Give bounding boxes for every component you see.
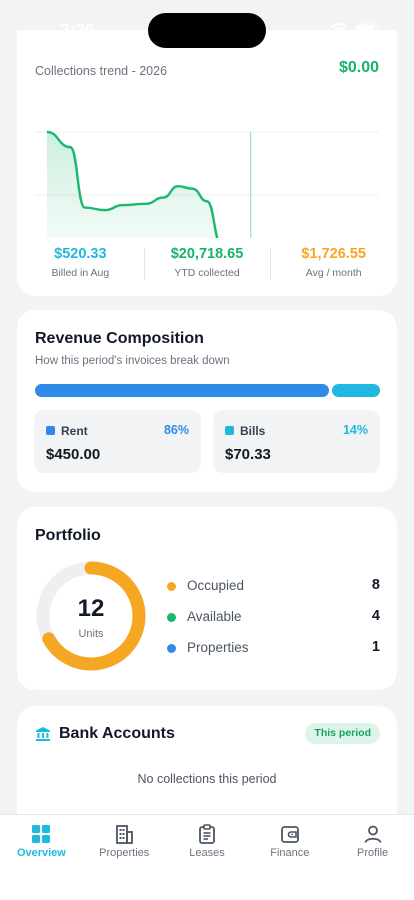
stat-label: Avg / month [305, 267, 362, 279]
legend-count: 8 [371, 577, 380, 593]
bank-accounts-card: Bank Accounts This period No collections… [17, 706, 397, 818]
tab-leases[interactable]: Leases [166, 815, 249, 900]
legend-dot [167, 644, 176, 653]
trend-area [47, 132, 218, 238]
status-bar: 2:26 [0, 0, 414, 58]
legend-available: Available 4 [167, 608, 380, 628]
tab-properties[interactable]: Properties [83, 815, 166, 900]
legend-label: Available [187, 609, 242, 624]
stat-ytd: $20,718.65 YTD collected [143, 244, 271, 284]
dynamic-island [148, 13, 266, 48]
tab-finance[interactable]: Finance [248, 815, 331, 900]
legend-label: Properties [187, 640, 249, 655]
legend-label: Occupied [187, 578, 245, 593]
tab-overview[interactable]: Overview [0, 815, 83, 900]
units-label: Units [78, 628, 104, 640]
legend-dot [167, 613, 176, 622]
status-time: 2:26 [60, 20, 95, 39]
wallet-icon [280, 826, 299, 843]
user-icon [364, 825, 381, 843]
composition-item-percent: 86% [163, 423, 189, 437]
legend-dot [167, 582, 176, 591]
stat-value: $1,726.55 [301, 246, 366, 262]
trend-stats-row: $520.33 Billed in Aug $20,718.65 YTD col… [17, 244, 397, 284]
composition-item-rent[interactable]: Rent 86% $450.00 [34, 410, 201, 473]
bottom-tab-bar: Overview Properties Leases Finance Profi… [0, 814, 414, 900]
tab-label: Properties [99, 847, 150, 859]
composition-segment-rent[interactable] [35, 384, 330, 397]
units-total: 12 [77, 595, 105, 622]
stat-value: $520.33 [54, 246, 107, 262]
composition-item-name: Bills [240, 424, 266, 438]
composition-segment-bills[interactable] [332, 384, 380, 397]
stat-label: YTD collected [174, 267, 240, 279]
legend-count: 1 [371, 639, 380, 655]
stat-value: $20,718.65 [170, 246, 244, 262]
portfolio-title: Portfolio [35, 527, 101, 544]
building-icon [116, 825, 134, 844]
clipboard-icon [199, 824, 215, 844]
composition-item-amount: $70.33 [225, 446, 271, 463]
tab-label: Profile [356, 847, 389, 859]
wifi-icon [330, 22, 348, 35]
composition-item-percent: 14% [342, 423, 368, 437]
portfolio-card: Portfolio 12 Units Occupied 8 Available … [17, 507, 397, 690]
tab-label: Leases [189, 847, 225, 859]
bank-empty-state: No collections this period [137, 772, 277, 786]
tab-label: Finance [270, 847, 310, 859]
stat-avg: $1,726.55 Avg / month [270, 244, 397, 284]
bank-icon [36, 727, 50, 741]
stat-label: Billed in Aug [51, 267, 110, 279]
tab-label: Overview [16, 847, 66, 859]
collections-trend-card: Collections trend - 2026 $0.00 $520.33 B… [17, 30, 397, 296]
revenue-composition-card: Revenue Composition How this period's in… [17, 310, 397, 492]
rent-color-swatch [46, 426, 55, 435]
composition-item-bills[interactable]: Bills 14% $70.33 [213, 410, 380, 473]
trend-subtitle: Collections trend - 2026 [35, 64, 168, 78]
legend-properties: Properties 1 [167, 639, 380, 659]
legend-occupied: Occupied 8 [167, 577, 380, 597]
status-icons [330, 22, 380, 35]
revenue-subtitle: How this period's invoices break down [35, 355, 230, 367]
period-badge: This period [305, 723, 380, 744]
composition-bar [35, 384, 380, 397]
bank-accounts-title: Bank Accounts [59, 725, 175, 742]
revenue-title: Revenue Composition [35, 330, 204, 347]
composition-item-amount: $450.00 [46, 446, 101, 463]
grid-icon [32, 825, 51, 843]
collections-trend-chart[interactable] [17, 88, 397, 238]
tab-profile[interactable]: Profile [331, 815, 414, 900]
trend-current-value: $0.00 [338, 59, 379, 76]
legend-count: 4 [371, 608, 380, 624]
stat-billed: $520.33 Billed in Aug [17, 244, 144, 284]
bills-color-swatch [225, 426, 234, 435]
composition-item-name: Rent [61, 424, 88, 438]
battery-icon [354, 22, 380, 35]
